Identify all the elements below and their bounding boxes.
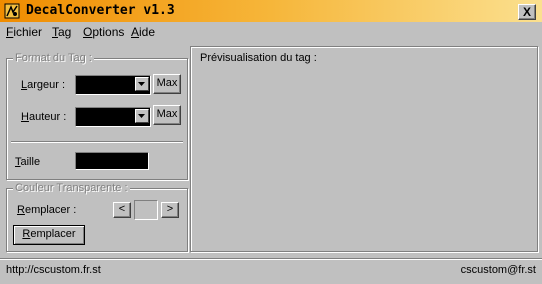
close-icon: X bbox=[522, 5, 531, 19]
chevron-left-icon: < bbox=[118, 203, 126, 215]
couleur-group: Couleur Transparente : Remplacer : < > R… bbox=[6, 182, 188, 252]
label-text: argeur : bbox=[27, 79, 66, 91]
menu-bar: Fichier Tag Options Aide bbox=[0, 22, 542, 41]
hauteur-select[interactable] bbox=[75, 107, 151, 127]
format-group-title: Format du Tag : bbox=[13, 52, 94, 64]
menu-label: ide bbox=[139, 25, 156, 39]
menu-fichier[interactable]: Fichier bbox=[6, 25, 42, 39]
largeur-select[interactable] bbox=[75, 75, 151, 95]
hauteur-dropdown-button[interactable] bbox=[135, 109, 149, 123]
button-label: emplacer bbox=[30, 228, 76, 240]
label-text: auteur : bbox=[28, 111, 67, 123]
format-group: Format du Tag : Largeur : Max Hauteur : … bbox=[6, 52, 188, 180]
preview-group: Prévisualisation du tag : bbox=[190, 46, 538, 252]
label-mnemonic: R bbox=[17, 204, 25, 216]
largeur-max-button[interactable]: Max bbox=[153, 74, 181, 94]
menu-mnemonic: A bbox=[131, 25, 140, 39]
menu-label: ag bbox=[58, 25, 72, 39]
status-website-link[interactable]: http://cscustom.fr.st bbox=[6, 264, 101, 276]
hauteur-label: Hauteur : bbox=[21, 111, 66, 123]
taille-field bbox=[75, 152, 149, 170]
hauteur-max-button[interactable]: Max bbox=[153, 105, 181, 125]
remplacer-label: Remplacer : bbox=[17, 204, 76, 216]
largeur-dropdown-button[interactable] bbox=[135, 77, 149, 91]
next-color-button[interactable]: > bbox=[161, 202, 179, 218]
preview-group-title: Prévisualisation du tag : bbox=[200, 52, 317, 64]
menu-aide[interactable]: Aide bbox=[131, 25, 155, 39]
window-title: DecalConverter v1.3 bbox=[26, 3, 175, 18]
chevron-down-icon bbox=[138, 114, 145, 118]
divider bbox=[11, 141, 183, 143]
label-text: aille bbox=[20, 156, 41, 168]
menu-tag[interactable]: Tag bbox=[52, 25, 71, 39]
menu-label: ptions bbox=[92, 25, 125, 39]
title-bar[interactable]: DecalConverter v1.3 X bbox=[0, 0, 542, 22]
status-divider bbox=[0, 258, 542, 260]
close-button[interactable]: X bbox=[518, 4, 536, 20]
label-text: emplacer : bbox=[24, 204, 77, 216]
menu-label: ichier bbox=[13, 25, 43, 39]
color-swatch[interactable] bbox=[134, 200, 158, 220]
taille-label: Taille bbox=[15, 156, 40, 168]
menu-mnemonic: O bbox=[83, 25, 93, 39]
chevron-right-icon: > bbox=[166, 203, 174, 215]
couleur-group-title: Couleur Transparente : bbox=[13, 182, 130, 194]
largeur-label: Largeur : bbox=[21, 79, 65, 91]
app-icon bbox=[4, 3, 20, 19]
menu-options[interactable]: Options bbox=[83, 25, 124, 39]
remplacer-button[interactable]: Remplacer bbox=[13, 225, 85, 245]
prev-color-button[interactable]: < bbox=[113, 202, 131, 218]
label-mnemonic: H bbox=[21, 111, 29, 123]
chevron-down-icon bbox=[138, 82, 145, 86]
status-email-link[interactable]: cscustom@fr.st bbox=[461, 264, 536, 276]
